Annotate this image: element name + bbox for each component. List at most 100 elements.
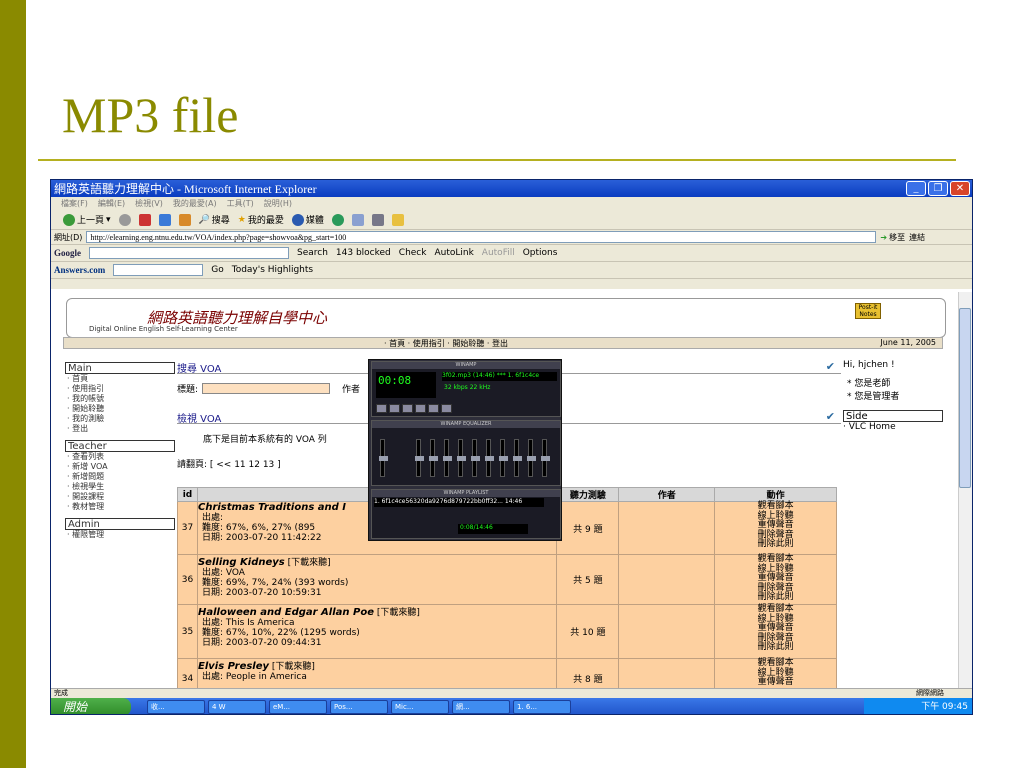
sidebar-item-home[interactable]: · 首頁	[65, 374, 175, 384]
answers-logo[interactable]: Answers.com	[54, 265, 105, 275]
sidebar-item-add-question[interactable]: · 新增問題	[65, 472, 175, 482]
eq-band-slider[interactable]	[485, 439, 494, 477]
folder-icon[interactable]	[391, 213, 404, 226]
options-button[interactable]: Options	[523, 248, 558, 258]
answers-go-button[interactable]: Go	[211, 265, 223, 275]
stop-icon[interactable]	[415, 404, 426, 413]
close-icon[interactable]: ✕	[950, 181, 970, 196]
eq-band-slider[interactable]	[457, 439, 466, 477]
google-search-button[interactable]: Search	[297, 248, 328, 258]
row-actions: 觀看腳本 線上聆聽 重傳聲音 刪除聲音 刪除此則	[714, 501, 837, 555]
row-quiz[interactable]: 共 8 題	[556, 658, 620, 688]
reupload-audio-link[interactable]: 重傳聲音	[715, 677, 836, 688]
menu-help[interactable]: 說明(H)	[264, 198, 292, 209]
menu-edit[interactable]: 編輯(E)	[98, 198, 125, 209]
address-input[interactable]: http://elearning.eng.ntnu.edu.tw/VOA/ind…	[86, 231, 877, 243]
stop-icon[interactable]	[138, 213, 151, 226]
row-difficulty: 難度: 69%, 7%, 24% (393 words)	[201, 578, 349, 588]
favorites-button[interactable]: ★ 我的最愛	[238, 213, 284, 227]
menu-file[interactable]: 檔案(F)	[61, 198, 88, 209]
nav-links[interactable]: · 首頁 · 使用指引 · 開始聆聽 · 登出	[384, 338, 508, 349]
google-search-input[interactable]	[89, 247, 289, 259]
download-link[interactable]: [下載來聽]	[272, 662, 315, 672]
eq-band-slider[interactable]	[513, 439, 522, 477]
scrollbar-thumb[interactable]	[959, 308, 971, 488]
eq-band-slider[interactable]	[499, 439, 508, 477]
media-button[interactable]: 媒體	[291, 213, 324, 226]
menu-tools[interactable]: 工具(T)	[227, 198, 254, 209]
minimize-icon[interactable]: _	[906, 181, 926, 196]
sidebar-item-permissions[interactable]: · 權限管理	[65, 530, 175, 540]
sidebar-item-logout[interactable]: · 登出	[65, 424, 175, 434]
download-link[interactable]: [下載來聽]	[288, 558, 331, 568]
postit-widget[interactable]: Post-it Notes	[855, 303, 923, 329]
sidebar-item-tests[interactable]: · 我的測驗	[65, 414, 175, 424]
row-quiz[interactable]: 共 9 題	[556, 501, 620, 555]
go-button[interactable]: ➔ 移至	[880, 232, 905, 243]
history-icon[interactable]	[331, 213, 344, 226]
autofill-button[interactable]: AutoFill	[482, 248, 515, 258]
taskbar-item[interactable]: 網...	[452, 700, 510, 714]
eq-band-slider[interactable]	[541, 439, 550, 477]
voa-title-link[interactable]: Elvis Presley	[198, 661, 269, 672]
todays-highlights-button[interactable]: Today's Highlights	[232, 265, 313, 275]
playlist-item[interactable]: 1. 6f1c4ce56320da9276d879722bb0ff32... 1…	[374, 498, 544, 507]
search-button[interactable]: 🔎 搜尋	[199, 213, 230, 227]
sidebar-item-courses[interactable]: · 開設課程	[65, 492, 175, 502]
eject-icon[interactable]	[441, 404, 452, 413]
taskbar-item[interactable]: Pos...	[330, 700, 388, 714]
autolink-button[interactable]: AutoLink	[434, 248, 473, 258]
forward-arrow-icon[interactable]	[118, 213, 131, 226]
eq-preamp-slider[interactable]	[379, 439, 388, 477]
play-icon[interactable]	[389, 404, 400, 413]
winamp-player[interactable]: WINAMP 00:08 3f02.mp3 (14:46) *** 1. 6f1…	[368, 359, 562, 541]
links-label[interactable]: 連結	[909, 232, 925, 243]
row-info: Elvis Presley [下載來聽] 出處: People in Ameri…	[196, 658, 558, 688]
delete-entry-link[interactable]: 刪除此則	[715, 642, 836, 653]
popup-blocked-count[interactable]: 143 blocked	[336, 248, 391, 258]
taskbar-item[interactable]: 1. 6...	[513, 700, 571, 714]
back-button[interactable]: 上一頁 ▾	[63, 213, 111, 226]
voa-title-link[interactable]: Selling Kidneys	[198, 557, 285, 568]
next-icon[interactable]	[428, 404, 439, 413]
eq-band-slider[interactable]	[443, 439, 452, 477]
maximize-icon[interactable]: ❐	[928, 181, 948, 196]
sidebar-item-listen[interactable]: · 開始聆聽	[65, 404, 175, 414]
postit-icon[interactable]: Post-it Notes	[855, 303, 881, 319]
taskbar-item[interactable]: 收...	[147, 700, 205, 714]
previous-icon[interactable]	[376, 404, 387, 413]
sidebar-item-add-voa[interactable]: · 新增 VOA	[65, 462, 175, 472]
delete-entry-link[interactable]: 刪除此則	[715, 592, 836, 603]
row-actions: 觀看腳本 線上聆聽 重傳聲音 刪除聲音 刪除此則	[714, 554, 837, 605]
eq-band-slider[interactable]	[471, 439, 480, 477]
sidebar-item-account[interactable]: · 我的帳號	[65, 394, 175, 404]
eq-band-slider[interactable]	[429, 439, 438, 477]
taskbar-item[interactable]: eM...	[269, 700, 327, 714]
sidebar-item-students[interactable]: · 檢視學生	[65, 482, 175, 492]
sidebar-item-guide[interactable]: · 使用指引	[65, 384, 175, 394]
menu-favorites[interactable]: 我的最愛(A)	[173, 198, 217, 209]
sidebar-item-materials[interactable]: · 教材管理	[65, 502, 175, 512]
pause-icon[interactable]	[402, 404, 413, 413]
eq-band-slider[interactable]	[415, 439, 424, 477]
row-quiz[interactable]: 共 5 題	[556, 554, 620, 605]
refresh-icon[interactable]	[158, 213, 171, 226]
row-quiz[interactable]: 共 10 題	[556, 604, 620, 659]
print-icon[interactable]	[371, 213, 384, 226]
home-icon[interactable]	[178, 213, 191, 226]
voa-title-link[interactable]: Halloween and Edgar Allan Poe	[198, 607, 374, 618]
vlc-home-link[interactable]: · VLC Home	[843, 422, 943, 432]
menu-view[interactable]: 檢視(V)	[135, 198, 163, 209]
eq-band-slider[interactable]	[527, 439, 536, 477]
taskbar-item[interactable]: Mic...	[391, 700, 449, 714]
delete-entry-link[interactable]: 刪除此則	[715, 539, 836, 550]
answers-search-input[interactable]	[113, 264, 204, 276]
taskbar-item[interactable]: 4 W	[208, 700, 266, 714]
start-button[interactable]: 開始	[51, 698, 131, 714]
download-link[interactable]: [下載來聽]	[377, 608, 420, 618]
google-logo[interactable]: Google	[54, 248, 81, 258]
sidebar-item-list[interactable]: · 查看列表	[65, 452, 175, 462]
mail-icon[interactable]	[351, 213, 364, 226]
keyword-input[interactable]	[202, 382, 331, 394]
spell-check-button[interactable]: Check	[399, 248, 427, 258]
